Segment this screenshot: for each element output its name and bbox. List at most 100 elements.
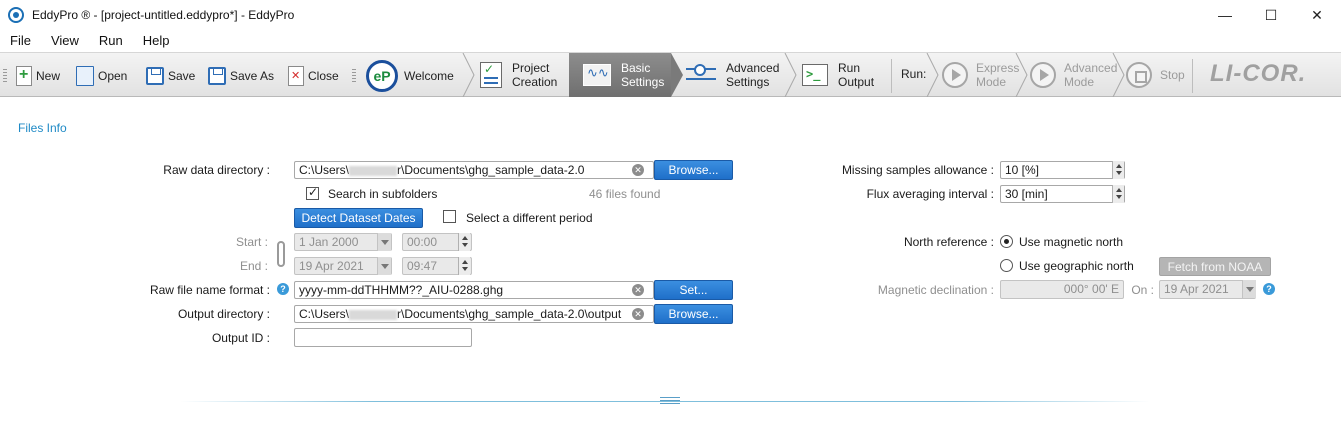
welcome-label: Welcome	[404, 69, 454, 83]
stop-button[interactable]: Stop	[1126, 53, 1192, 97]
files-info-title: Files Info	[18, 121, 67, 135]
maximize-button[interactable]: ☐	[1248, 0, 1294, 30]
clear-raw-format-icon[interactable]: ✕	[632, 284, 644, 296]
flux-interval-spinner-icon[interactable]	[1112, 185, 1124, 203]
toolbar-grip-2[interactable]	[352, 69, 356, 83]
start-date-dropdown-icon[interactable]	[377, 233, 391, 251]
north-reference-label: North reference :	[903, 235, 994, 249]
close-file-icon	[288, 66, 304, 86]
basic-settings-step[interactable]: Basic Settings	[569, 53, 671, 97]
step-separator-icon	[1015, 53, 1028, 97]
express-mode-button[interactable]: Express Mode	[942, 53, 1024, 97]
step-separator-icon	[1112, 53, 1125, 97]
end-label: End :	[239, 259, 268, 273]
sliders-icon	[686, 63, 716, 87]
terminal-icon	[802, 64, 828, 86]
browse-output-dir-button[interactable]: Browse...	[654, 304, 733, 324]
new-file-icon	[16, 66, 32, 86]
play-icon	[942, 62, 968, 88]
magnetic-north-radio[interactable]	[1000, 235, 1013, 248]
raw-data-dir-suffix: r\Documents\ghg_sample_data-2.0	[397, 163, 585, 177]
project-creation-label-1: Project	[512, 61, 550, 75]
minimize-button[interactable]: —	[1202, 0, 1248, 30]
search-subfolders-checkbox[interactable]	[306, 185, 319, 200]
clear-output-dir-icon[interactable]: ✕	[632, 308, 644, 320]
select-period-checkbox[interactable]	[443, 210, 456, 223]
end-date-dropdown-icon[interactable]	[377, 257, 391, 275]
redacted-username	[349, 309, 398, 320]
redacted-username	[349, 165, 398, 176]
save-as-button[interactable]: Save As	[208, 61, 274, 91]
browse-raw-dir-button[interactable]: Browse...	[654, 160, 733, 180]
end-time-spinner-icon[interactable]	[458, 257, 470, 275]
advanced-settings-label-1: Advanced	[726, 61, 780, 75]
run-output-label-1: Run	[838, 61, 861, 75]
window-title: EddyPro ® - [project-untitled.eddypro*] …	[32, 8, 295, 22]
flux-interval-label: Flux averaging interval :	[866, 187, 994, 201]
menu-run[interactable]: Run	[89, 31, 133, 51]
stop-icon	[1126, 62, 1152, 88]
geographic-north-radio[interactable]	[1000, 259, 1013, 272]
eddypro-logo-icon: eP	[366, 60, 398, 92]
set-format-button[interactable]: Set...	[654, 280, 733, 300]
open-folder-icon	[76, 66, 94, 86]
raw-data-dir-field[interactable]: C:\Users\ r\Documents\ghg_sample_data-2.0	[294, 161, 654, 179]
start-label: Start :	[235, 235, 268, 249]
on-date-dropdown-icon[interactable]	[1242, 280, 1256, 298]
toolbar-grip[interactable]	[3, 69, 7, 83]
save-as-icon	[208, 67, 226, 85]
new-label: New	[36, 69, 61, 83]
detect-dataset-dates-button[interactable]: Detect Dataset Dates	[294, 208, 423, 228]
save-as-label: Save As	[230, 69, 275, 83]
close-window-button[interactable]: ✕	[1294, 0, 1340, 30]
declination-label: Magnetic declination :	[877, 283, 994, 297]
active-step-arrow-icon	[671, 53, 683, 97]
advanced-mode-button[interactable]: Advanced Mode	[1030, 53, 1120, 97]
eddypro-app-icon	[8, 7, 24, 23]
new-button[interactable]: New	[16, 61, 60, 91]
step-separator-icon	[926, 53, 939, 97]
menu-view[interactable]: View	[41, 31, 89, 51]
save-label: Save	[168, 69, 196, 83]
fetch-noaa-button[interactable]: Fetch from NOAA	[1159, 257, 1271, 276]
menu-help[interactable]: Help	[133, 31, 180, 51]
menu-bar: File View Run Help	[0, 31, 1341, 51]
help-icon[interactable]: ?	[277, 283, 289, 295]
missing-samples-field[interactable]: 10 [%]	[1000, 161, 1125, 179]
step-separator-icon	[784, 53, 797, 97]
project-creation-step[interactable]: Project Creation	[480, 53, 568, 97]
toolbar-separator	[1192, 59, 1193, 93]
raw-format-field[interactable]: yyyy-mm-ddTHHMM??_AIU-0288.ghg	[294, 281, 654, 299]
declination-field[interactable]: 000° 00' E	[1000, 280, 1124, 299]
output-dir-label: Output directory :	[177, 307, 270, 321]
output-dir-field[interactable]: C:\Users\ r\Documents\ghg_sample_data-2.0…	[294, 305, 654, 323]
advanced-settings-label-2: Settings	[726, 75, 770, 89]
link-chain-icon[interactable]	[277, 241, 285, 267]
output-id-field[interactable]	[294, 328, 472, 347]
welcome-step[interactable]: eP Welcome	[366, 59, 454, 93]
close-project-button[interactable]: Close	[288, 61, 339, 91]
run-output-step[interactable]: Run Output	[802, 53, 892, 97]
raw-data-dir-label: Raw data directory :	[163, 163, 270, 177]
raw-format-label: Raw file name format :	[149, 283, 270, 297]
open-button[interactable]: Open	[76, 61, 127, 91]
toolbar-separator	[891, 59, 892, 93]
help-icon[interactable]: ?	[1263, 283, 1275, 295]
close-label: Close	[308, 69, 339, 83]
files-found-text: 46 files found	[589, 187, 661, 201]
express-mode-label-2: Mode	[976, 75, 1007, 89]
missing-samples-spinner-icon[interactable]	[1112, 161, 1124, 179]
geographic-north-label: Use geographic north	[1019, 259, 1134, 273]
start-time-spinner-icon[interactable]	[458, 233, 470, 251]
toolbar: New Open Save Save As Close eP Welcome P…	[0, 52, 1341, 97]
basic-settings-label-2: Settings	[621, 75, 665, 89]
flux-interval-field[interactable]: 30 [min]	[1000, 185, 1125, 203]
advanced-settings-step[interactable]: Advanced Settings	[686, 53, 786, 97]
licor-logo: LI-COR.	[1210, 60, 1307, 87]
splitter-handle-icon[interactable]	[660, 397, 680, 404]
advanced-mode-label-1: Advanced	[1064, 61, 1118, 75]
menu-file[interactable]: File	[0, 31, 41, 51]
project-checklist-icon	[480, 62, 502, 88]
clear-raw-dir-icon[interactable]: ✕	[632, 164, 644, 176]
save-button[interactable]: Save	[146, 61, 195, 91]
